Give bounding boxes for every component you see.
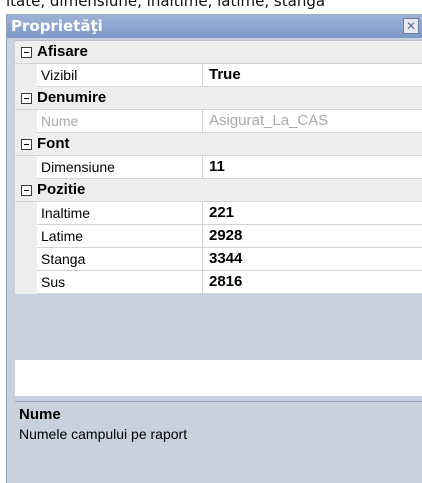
property-name: Nume: [37, 110, 203, 133]
collapse-icon[interactable]: [20, 184, 32, 196]
property-row-stanga[interactable]: Stanga 3344: [15, 248, 422, 271]
property-name: Dimensiune: [37, 156, 203, 179]
category-label: Pozitie: [37, 181, 86, 198]
category-label: Denumire: [37, 89, 107, 106]
panel-title: Proprietăţi: [11, 17, 103, 35]
description-pane: Nume Numele campului pe raport: [15, 401, 422, 483]
description-text: Numele campului pe raport: [19, 426, 188, 442]
close-icon[interactable]: ✕: [403, 18, 419, 34]
property-value[interactable]: 3344: [203, 248, 422, 271]
panel-titlebar: Proprietăţi ✕: [7, 14, 422, 38]
property-row-latime[interactable]: Latime 2928: [15, 225, 422, 248]
property-row-nume[interactable]: Nume Asigurat_La_CAS: [15, 110, 422, 133]
collapse-icon[interactable]: [20, 138, 32, 150]
property-name: Latime: [37, 225, 203, 248]
property-name: Vizibil: [37, 64, 203, 87]
top-caption: itate, dimensiune, inaltime, latime, sta…: [6, 0, 326, 10]
property-name: Stanga: [37, 248, 203, 271]
property-name: Sus: [37, 271, 203, 294]
category-label: Font: [37, 135, 70, 152]
property-row-vizibil[interactable]: Vizibil True: [15, 64, 422, 87]
property-grid: Afisare Vizibil True Denumire Nume Asigu…: [15, 40, 422, 294]
category-afisare[interactable]: Afisare: [15, 41, 422, 64]
property-value[interactable]: 2928: [203, 225, 422, 248]
category-pozitie[interactable]: Pozitie: [15, 179, 422, 202]
properties-panel: Proprietăţi ✕ Afisare Vizibil True Denum…: [6, 14, 422, 483]
grid-empty-area: [15, 360, 422, 396]
property-row-inaltime[interactable]: Inaltime 221: [15, 202, 422, 225]
category-font[interactable]: Font: [15, 133, 422, 156]
property-row-dimensiune[interactable]: Dimensiune 11: [15, 156, 422, 179]
property-value: Asigurat_La_CAS: [203, 110, 422, 133]
category-label: Afisare: [37, 43, 88, 60]
collapse-icon[interactable]: [20, 46, 32, 58]
property-name: Inaltime: [37, 202, 203, 225]
description-title: Nume: [19, 406, 61, 423]
property-value[interactable]: 11: [203, 156, 422, 179]
collapse-icon[interactable]: [20, 92, 32, 104]
property-value[interactable]: True: [203, 64, 422, 87]
property-value[interactable]: 221: [203, 202, 422, 225]
category-denumire[interactable]: Denumire: [15, 87, 422, 110]
property-row-sus[interactable]: Sus 2816: [15, 271, 422, 294]
property-value[interactable]: 2816: [203, 271, 422, 294]
